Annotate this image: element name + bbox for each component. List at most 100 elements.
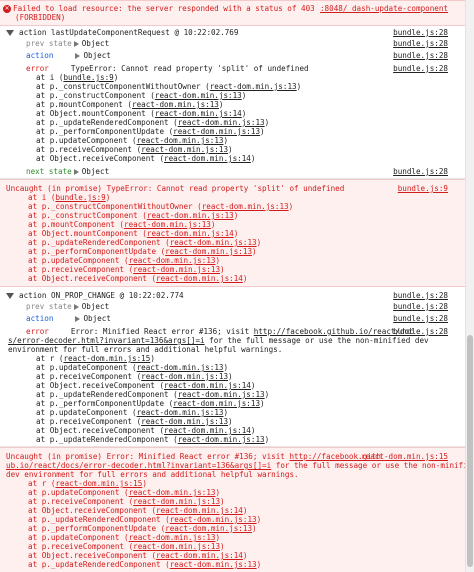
action-row[interactable]: action Object bundle.js:28	[0, 51, 474, 60]
stack-frame-link[interactable]: react-dom.min.js:14	[164, 154, 251, 163]
stack-frame-link[interactable]: react-dom.min.js:13	[178, 435, 265, 444]
expand-arrow-icon[interactable]	[73, 41, 79, 47]
error-message: Failed to load resource: the server resp…	[13, 4, 315, 13]
stack-frame: at r (react-dom.min.js:15)	[28, 479, 147, 488]
expand-arrow-icon[interactable]	[73, 169, 79, 175]
error-row: error TypeError: Cannot read property 'sp…	[26, 64, 448, 73]
source-link[interactable]: bundle.js:28	[393, 314, 448, 323]
stack-frame-link[interactable]: react-dom.min.js:13	[165, 524, 252, 533]
stack-frame: at p.receiveComponent (react-dom.min.js:…	[28, 542, 225, 551]
expand-arrow-icon[interactable]	[75, 316, 81, 322]
stack-frame-link[interactable]: react-dom.min.js:13	[141, 145, 228, 154]
stack-frame: at p.receiveComponent (react-dom.min.js:…	[36, 417, 233, 426]
stack-frame-link[interactable]: react-dom.min.js:13	[178, 390, 265, 399]
stack-frame-link[interactable]: react-dom.min.js:13	[129, 488, 216, 497]
expand-arrow-icon[interactable]	[75, 53, 81, 59]
stack-frame: at Object.receiveComponent (react-dom.mi…	[36, 426, 256, 435]
stack-frame-link[interactable]: react-dom.min.js:14	[155, 109, 242, 118]
stack-frame-link[interactable]: react-dom.min.js:13	[137, 408, 224, 417]
stack-frame: at p._performComponentUpdate (react-dom.…	[36, 127, 265, 136]
stack-frame-link[interactable]: react-dom.min.js:14	[164, 381, 251, 390]
expand-arrow-icon[interactable]	[73, 304, 79, 310]
stack-frame-link[interactable]: react-dom.min.js:13	[129, 533, 216, 542]
error-decoder-link[interactable]: http://facebook.github.io/react/doc	[254, 327, 414, 336]
stack-frame-link[interactable]: react-dom.min.js:14	[147, 229, 234, 238]
stack-frame: at i (bundle.js:9)	[28, 193, 111, 202]
error-decoder-link[interactable]: ub.io/react/docs/error-decoder.html?inva…	[6, 461, 271, 470]
stack-frame-link[interactable]: react-dom.min.js:13	[124, 220, 211, 229]
stack-frame: at p._updateRenderedComponent (react-dom…	[36, 390, 270, 399]
stack-frame-link[interactable]: react-dom.min.js:13	[178, 118, 265, 127]
expand-triangle-icon[interactable]	[6, 293, 14, 299]
stack-frame-link[interactable]: react-dom.min.js:13	[173, 127, 260, 136]
source-link[interactable]: bundle.js:28	[393, 39, 448, 48]
error-decoder-link[interactable]: s/error-decoder.html?invariant=136&args[…	[8, 336, 205, 345]
stack-frame-link[interactable]: react-dom.min.js:14	[156, 551, 243, 560]
stack-frame-link[interactable]: react-dom.min.js:15	[55, 479, 142, 488]
source-link[interactable]: bundle.js:28	[393, 327, 448, 336]
prev-state-row[interactable]: prev state Object bundle.js:28	[0, 39, 474, 48]
stack-frame-link[interactable]: react-dom.min.js:14	[164, 426, 251, 435]
source-link[interactable]: bundle.js:9	[398, 184, 448, 193]
stack-frame-link[interactable]: bundle.js:9	[55, 193, 105, 202]
scrollbar[interactable]	[465, 0, 474, 572]
stack-frame: at p.receiveComponent (react-dom.min.js:…	[36, 145, 233, 154]
scrollbar-thumb[interactable]	[467, 335, 473, 567]
stack-frame-link[interactable]: react-dom.min.js:13	[155, 91, 242, 100]
error-header: Uncaught (in promise) TypeError: Cannot …	[6, 184, 448, 193]
stack-frame-link[interactable]: react-dom.min.js:14	[156, 274, 243, 283]
group-header[interactable]: action ON_PROP_CHANGE @ 10:22:02.774 bund…	[0, 291, 474, 300]
error-icon: ✕	[3, 5, 11, 13]
source-link[interactable]: bundle.js:28	[393, 302, 448, 311]
action-row[interactable]: action Object bundle.js:28	[0, 314, 474, 323]
stack-frame-link[interactable]: react-dom.min.js:13	[170, 515, 257, 524]
stack-frame: at p.updateComponent (react-dom.min.js:1…	[28, 256, 221, 265]
stack-frame: at p.receiveComponent (react-dom.min.js:…	[28, 265, 225, 274]
stack-frame-link[interactable]: react-dom.min.js:13	[202, 202, 289, 211]
source-link[interactable]: :8048/_dash-update-component	[320, 4, 448, 13]
stack-frame-link[interactable]: react-dom.min.js:15	[63, 354, 150, 363]
stack-frame-link[interactable]: react-dom.min.js:13	[137, 363, 224, 372]
group-header[interactable]: action lastUpdateComponentRequest @ 10:2…	[0, 28, 474, 37]
stack-frame-link[interactable]: react-dom.min.js:13	[147, 211, 234, 220]
stack-frame-link[interactable]: bundle.js:9	[63, 73, 113, 82]
stack-frame: at p._constructComponentWithoutOwner (re…	[36, 82, 302, 91]
source-link[interactable]: bundle.js:28	[393, 64, 448, 73]
stack-frame-link[interactable]: react-dom.min.js:13	[133, 265, 220, 274]
source-link[interactable]: bundle.js:28	[393, 167, 448, 176]
stack-trace: at r (react-dom.min.js:15) at p.updateCom…	[0, 479, 474, 569]
stack-frame-link[interactable]: react-dom.min.js:13	[170, 238, 257, 247]
stack-trace: at i (bundle.js:9) at p._constructCompone…	[0, 193, 474, 283]
source-link[interactable]: react-dom.min.js:15	[361, 452, 448, 461]
stack-frame-link[interactable]: react-dom.min.js:13	[170, 560, 257, 569]
stack-frame-link[interactable]: react-dom.min.js:13	[133, 542, 220, 551]
source-link[interactable]: bundle.js:28	[393, 291, 448, 300]
expand-triangle-icon[interactable]	[6, 30, 14, 36]
stack-frame: at p.updateComponent (react-dom.min.js:1…	[36, 363, 229, 372]
console-line: ✕ Failed to load resource: the server res…	[0, 4, 474, 13]
stack-frame-link[interactable]: react-dom.min.js:13	[173, 399, 260, 408]
stack-frame: at p._performComponentUpdate (react-dom.…	[28, 247, 257, 256]
console-error-uncaught-typeerror: Uncaught (in promise) TypeError: Cannot …	[0, 179, 474, 287]
stack-frame: at i (bundle.js:9)	[36, 73, 119, 82]
source-link[interactable]: bundle.js:28	[393, 51, 448, 60]
stack-frame-link[interactable]: react-dom.min.js:13	[141, 417, 228, 426]
stack-frame-link[interactable]: react-dom.min.js:13	[137, 136, 224, 145]
stack-frame-link[interactable]: react-dom.min.js:13	[132, 100, 219, 109]
stack-frame: at p.receiveComponent (react-dom.min.js:…	[36, 372, 233, 381]
stack-frame: at p._updateRenderedComponent (react-dom…	[28, 238, 262, 247]
stack-frame-link[interactable]: react-dom.min.js:13	[129, 256, 216, 265]
next-state-row[interactable]: next state Object bundle.js:28	[0, 167, 474, 176]
stack-frame: at p.updateComponent (react-dom.min.js:1…	[28, 488, 221, 497]
source-link[interactable]: bundle.js:28	[393, 28, 448, 37]
stack-frame-link[interactable]: react-dom.min.js:13	[210, 82, 297, 91]
stack-frame: at p.updateComponent (react-dom.min.js:1…	[36, 408, 229, 417]
prev-state-row[interactable]: prev state Object bundle.js:28	[0, 302, 474, 311]
stack-frame-link[interactable]: react-dom.min.js:13	[141, 372, 228, 381]
stack-frame: at r (react-dom.min.js:15)	[36, 354, 155, 363]
stack-frame-link[interactable]: react-dom.min.js:14	[156, 506, 243, 515]
stack-frame: at p.mountComponent (react-dom.min.js:13…	[28, 220, 216, 229]
stack-trace: at i (bundle.js:9) at p._constructCompone…	[0, 73, 474, 163]
stack-frame-link[interactable]: react-dom.min.js:13	[165, 247, 252, 256]
stack-frame-link[interactable]: react-dom.min.js:13	[133, 497, 220, 506]
